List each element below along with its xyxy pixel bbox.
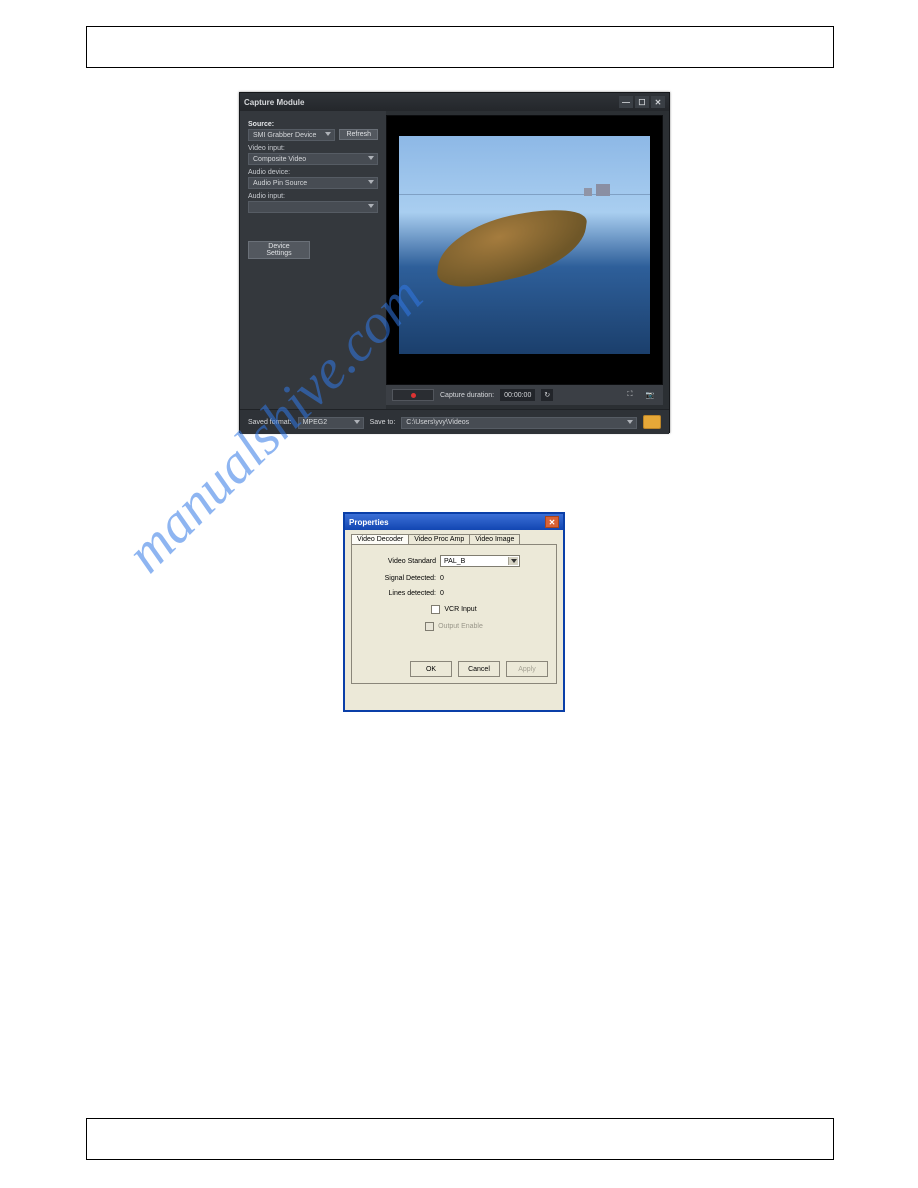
- browse-folder-button[interactable]: [643, 415, 661, 429]
- minimize-button[interactable]: —: [619, 96, 633, 108]
- signal-detected-value: 0: [440, 575, 444, 582]
- properties-titlebar: Properties ✕: [345, 514, 563, 530]
- chevron-down-icon: [368, 156, 374, 160]
- tab-video-decoder[interactable]: Video Decoder: [351, 534, 409, 544]
- ok-button[interactable]: OK: [410, 661, 452, 677]
- record-button[interactable]: [392, 389, 434, 401]
- properties-panel: Video Standard PAL_B Signal Detected: 0 …: [351, 544, 557, 684]
- save-to-label: Save to:: [370, 419, 396, 426]
- capture-duration-value: 00:00:00: [500, 389, 535, 401]
- video-input-dropdown[interactable]: Composite Video: [248, 153, 378, 165]
- lines-detected-value: 0: [440, 590, 444, 597]
- save-to-value: C:\Users\yvy\Videos: [406, 419, 469, 426]
- properties-title: Properties: [349, 518, 389, 527]
- capture-controls: Capture duration: 00:00:00 ↻ ⛶ 📷: [386, 385, 663, 405]
- tab-video-proc-amp[interactable]: Video Proc Amp: [408, 534, 470, 544]
- video-input-label: Video input:: [248, 145, 378, 152]
- capture-preview-pane: Capture duration: 00:00:00 ↻ ⛶ 📷: [386, 111, 669, 409]
- audio-input-label: Audio input:: [248, 193, 378, 200]
- save-to-dropdown[interactable]: C:\Users\yvy\Videos: [401, 417, 637, 429]
- output-enable-checkbox: [425, 622, 434, 631]
- device-settings-button[interactable]: Device Settings: [248, 241, 310, 259]
- maximize-button[interactable]: ☐: [635, 96, 649, 108]
- source-value: SMI Grabber Device: [253, 132, 316, 139]
- vcr-input-checkbox[interactable]: [431, 605, 440, 614]
- lines-detected-label: Lines detected:: [362, 590, 436, 597]
- properties-dialog: Properties ✕ Video Decoder Video Proc Am…: [343, 512, 565, 712]
- refresh-button[interactable]: Refresh: [339, 129, 378, 140]
- capture-footer: Saved format: MPEG2 Save to: C:\Users\yv…: [240, 409, 669, 434]
- source-label: Source:: [248, 121, 378, 128]
- properties-tabs: Video Decoder Video Proc Amp Video Image: [351, 534, 557, 544]
- audio-input-dropdown[interactable]: [248, 201, 378, 213]
- close-button[interactable]: ✕: [545, 516, 559, 528]
- camera-icon[interactable]: 📷: [643, 389, 657, 401]
- video-input-value: Composite Video: [253, 156, 306, 163]
- capture-duration-label: Capture duration:: [440, 392, 494, 399]
- video-standard-value: PAL_B: [444, 558, 465, 565]
- audio-device-dropdown[interactable]: Audio Pin Source: [248, 177, 378, 189]
- audio-device-value: Audio Pin Source: [253, 180, 307, 187]
- audio-device-label: Audio device:: [248, 169, 378, 176]
- saved-format-value: MPEG2: [303, 419, 328, 426]
- fullscreen-icon[interactable]: ⛶: [623, 389, 637, 401]
- output-enable-label: Output Enable: [438, 623, 483, 630]
- saved-format-dropdown[interactable]: MPEG2: [298, 417, 364, 429]
- chevron-down-icon: [354, 420, 360, 424]
- capture-titlebar: Capture Module — ☐ ✕: [240, 93, 669, 111]
- chevron-down-icon: [368, 180, 374, 184]
- capture-module-window: Capture Module — ☐ ✕ Source: SMI Grabber…: [239, 92, 670, 433]
- capture-sidebar: Source: SMI Grabber Device Refresh Video…: [240, 111, 386, 409]
- chevron-down-icon: [627, 420, 633, 424]
- video-standard-select[interactable]: PAL_B: [440, 555, 520, 567]
- loop-button[interactable]: ↻: [541, 389, 553, 401]
- chevron-down-icon: [325, 132, 331, 136]
- page-footer-frame: [86, 1118, 834, 1160]
- capture-title: Capture Module: [244, 98, 304, 107]
- preview-scene: [399, 136, 650, 354]
- record-icon: [411, 393, 416, 398]
- saved-format-label: Saved format:: [248, 419, 292, 426]
- apply-button: Apply: [506, 661, 548, 677]
- tab-video-image[interactable]: Video Image: [469, 534, 520, 544]
- video-preview: [386, 115, 663, 385]
- vcr-input-label: VCR Input: [444, 606, 476, 613]
- close-button[interactable]: ✕: [651, 96, 665, 108]
- signal-detected-label: Signal Detected:: [362, 575, 436, 582]
- source-dropdown[interactable]: SMI Grabber Device: [248, 129, 335, 141]
- page-header-frame: [86, 26, 834, 68]
- chevron-down-icon: [368, 204, 374, 208]
- chevron-down-icon: [508, 557, 518, 565]
- video-standard-label: Video Standard: [362, 558, 436, 565]
- cancel-button[interactable]: Cancel: [458, 661, 500, 677]
